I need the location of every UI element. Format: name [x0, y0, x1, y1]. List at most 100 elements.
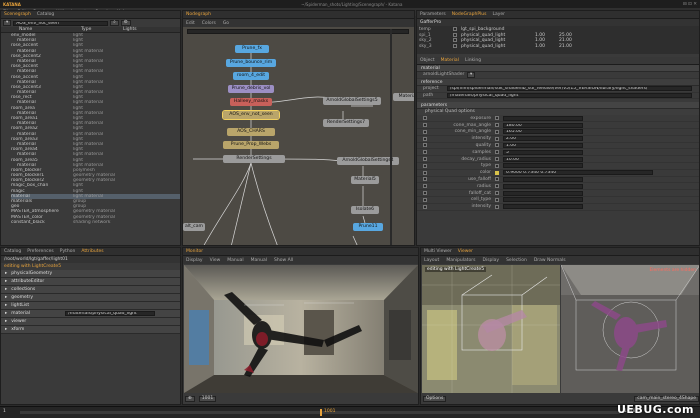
node-room-4-edit[interactable]: room_4_edit	[233, 72, 269, 80]
param-lock-checkbox[interactable]	[495, 116, 499, 121]
param-value-field[interactable]: 180.00	[503, 122, 583, 128]
section-reference[interactable]: reference	[417, 78, 699, 86]
param-lock-checkbox[interactable]	[495, 143, 499, 148]
param-lock-checkbox[interactable]	[495, 129, 499, 134]
viewer-3d-right[interactable]: Elements are hidden	[561, 265, 699, 393]
param-value-field[interactable]	[503, 115, 583, 121]
node-halleey-masks[interactable]: Halleey_masks	[230, 98, 272, 106]
param-enable-checkbox[interactable]	[423, 157, 427, 162]
monitor-view-menu[interactable]: View	[210, 258, 221, 263]
viewer-menu-layout[interactable]: Layout	[424, 258, 439, 263]
node-material5[interactable]: Material5	[351, 176, 379, 184]
param-value-field[interactable]	[503, 163, 583, 169]
scenegraph-path-field[interactable]: AOS_env_not_seen	[13, 20, 109, 26]
attribute-section[interactable]: ▸ material/materials/physical_quad_light	[1, 310, 180, 318]
param-lock-checkbox[interactable]	[495, 163, 499, 168]
monitor-show-all[interactable]: Show All	[274, 258, 293, 263]
param-lock-checkbox[interactable]	[495, 177, 499, 182]
param-enable-checkbox[interactable]	[423, 150, 427, 155]
material-field[interactable]: /materials/physical_quad_light	[65, 311, 156, 316]
tab-layer[interactable]: Layer	[492, 12, 505, 17]
param-enable-checkbox[interactable]	[423, 129, 427, 134]
param-enable-checkbox[interactable]	[423, 170, 427, 175]
gaffer-enable-checkbox[interactable]	[453, 38, 457, 42]
param-enable-checkbox[interactable]	[423, 143, 427, 148]
search-icon[interactable]: ⌕	[110, 20, 119, 26]
timeline[interactable]: 1 1001 1048	[0, 406, 700, 418]
param-lock-checkbox[interactable]	[495, 123, 499, 128]
attribute-section[interactable]: ▸ viewer	[1, 318, 180, 326]
gaffer-enable-checkbox[interactable]	[453, 43, 457, 48]
node-rendersettings7[interactable]: RenderSettings7	[323, 119, 369, 127]
shader-dropdown[interactable]: ▾	[467, 72, 476, 78]
gaffer-enable-checkbox[interactable]	[453, 27, 457, 31]
scenegraph-row[interactable]: constant_black shading network	[11, 220, 180, 225]
monitor-display-menu[interactable]: Display	[186, 258, 203, 263]
viewer-menu-manipulators[interactable]: Manipulators	[446, 258, 475, 263]
tab-catalog-bottom[interactable]: Catalog	[4, 249, 21, 254]
monitor-frame-field[interactable]: 1001	[198, 396, 217, 402]
node-aos-chars[interactable]: AOS_CHARS	[227, 128, 275, 136]
gaffer-list-row[interactable]: sky_3 physical_quad_light 1.00 21.00	[419, 43, 697, 50]
param-value-field[interactable]: 2.00	[503, 136, 583, 142]
viewer-menu-draw-normals[interactable]: Draw Normals	[534, 258, 566, 263]
tab-viewer[interactable]: Viewer	[458, 249, 473, 254]
param-lock-checkbox[interactable]	[495, 157, 499, 162]
node-aos-env-not-seen[interactable]: AOS_env_not_seen	[222, 110, 280, 120]
param-lock-checkbox[interactable]	[495, 191, 499, 196]
attribute-section[interactable]: ▸ geometry	[1, 294, 180, 302]
tab-python[interactable]: Python	[60, 249, 76, 254]
param-lock-checkbox[interactable]	[495, 204, 499, 209]
column-lights[interactable]: Lights	[123, 27, 137, 32]
param-enable-checkbox[interactable]	[423, 204, 427, 209]
timeline-playhead[interactable]	[320, 409, 322, 416]
attribute-section[interactable]: ▸ xform	[1, 326, 180, 334]
window-controls[interactable]: ⊟ ⊡ ✕	[683, 2, 697, 7]
tab-preferences[interactable]: Preferences	[27, 249, 53, 254]
tab-attributes[interactable]: Attributes	[81, 249, 103, 254]
tab-scenegraph[interactable]: Scenegraph	[4, 12, 31, 17]
node-prune-fx[interactable]: Prune_fx	[235, 45, 269, 53]
attribute-section[interactable]: ▸ lightList	[1, 302, 180, 310]
param-value-field[interactable]: 0.9000 0.7340 0.7340	[503, 170, 653, 176]
param-enable-checkbox[interactable]	[423, 136, 427, 141]
param-value-field[interactable]	[503, 190, 583, 196]
settings-icon[interactable]: ⚙	[120, 20, 131, 26]
attribute-section[interactable]: ▸ attributeEditor	[1, 278, 180, 286]
subtab-material[interactable]: Material	[441, 58, 459, 63]
nodegraph-vertical-divider[interactable]	[390, 29, 392, 245]
param-value-field[interactable]	[503, 197, 583, 203]
node-prune-debris-vol[interactable]: Prune_debris_vol	[228, 85, 274, 93]
path-field[interactable]: /materials/physical_quad_light	[447, 92, 692, 98]
timeline-current[interactable]: 1001	[324, 409, 335, 414]
tab-monitor[interactable]: Monitor	[186, 249, 203, 254]
monitor-zoom-icon[interactable]: ⊕	[185, 396, 195, 402]
monitor-manual-1[interactable]: Manual	[227, 258, 243, 263]
param-lock-checkbox[interactable]	[495, 197, 499, 202]
node-alt-cam[interactable]: alt_cam	[183, 223, 205, 231]
param-enable-checkbox[interactable]	[423, 184, 427, 189]
color-swatch[interactable]	[495, 170, 499, 175]
param-enable-checkbox[interactable]	[423, 191, 427, 196]
viewer-menu-selection[interactable]: Selection	[506, 258, 527, 263]
timeline-start[interactable]: 1	[3, 409, 6, 414]
param-value-field[interactable]: 1.00	[503, 142, 583, 148]
node-prune-prop-webs[interactable]: Prune_Prop_Webs	[223, 141, 279, 149]
param-value-field[interactable]: 10.00	[503, 156, 583, 162]
node-prune-bounce-rim[interactable]: Prune_bounce_rim	[226, 59, 276, 67]
monitor-render-image[interactable]	[184, 265, 418, 393]
node-material[interactable]: Material	[393, 93, 414, 101]
node-rendersettings[interactable]: RenderSettings	[223, 155, 285, 163]
param-enable-checkbox[interactable]	[423, 177, 427, 182]
gaffer-enable-checkbox[interactable]	[453, 32, 457, 37]
column-type[interactable]: Type	[81, 27, 123, 32]
param-value-field[interactable]	[503, 183, 583, 189]
subtab-linking[interactable]: Linking	[465, 58, 481, 63]
monitor-manual-2[interactable]: Manual	[251, 258, 267, 263]
column-name[interactable]: Name	[19, 27, 81, 32]
param-value-field[interactable]	[503, 176, 583, 182]
node-isolate6[interactable]: Isolate6	[351, 206, 379, 214]
param-enable-checkbox[interactable]	[423, 123, 427, 128]
param-enable-checkbox[interactable]	[423, 197, 427, 202]
filter-icon[interactable]: ▾	[3, 20, 12, 26]
